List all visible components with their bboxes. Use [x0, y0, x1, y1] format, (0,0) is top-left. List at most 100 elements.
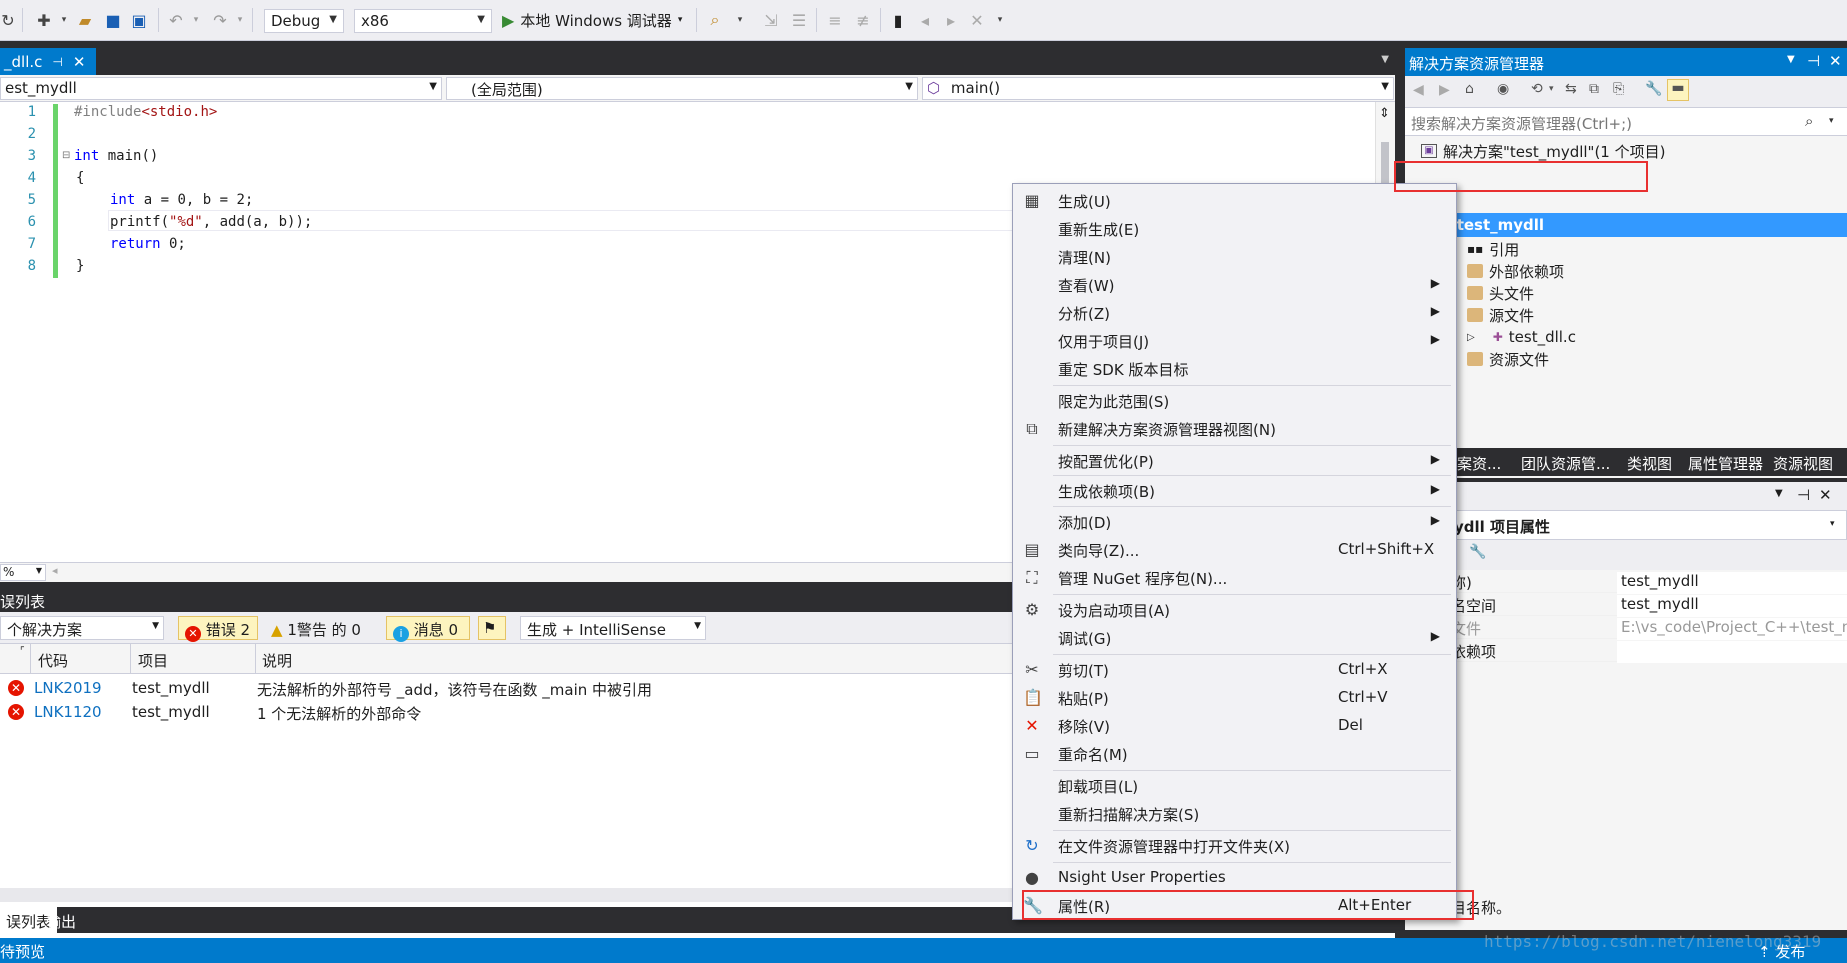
nav-scope-select[interactable]: (全局范围) ▼: [446, 77, 918, 100]
menu-item-paste[interactable]: 📋 粘贴(P) Ctrl+V: [1013, 684, 1456, 712]
nav-project-select[interactable]: est_mydll ▼: [0, 77, 442, 100]
chevron-down-icon[interactable]: ▾: [994, 9, 1006, 31]
properties-object-select[interactable]: ydll 项目属性 ▾: [1405, 510, 1847, 540]
comment-icon[interactable]: ≡: [824, 9, 846, 31]
properties-wrench-icon[interactable]: 🔧: [1645, 81, 1662, 97]
tree-item-headers[interactable]: 头文件: [1467, 282, 1534, 304]
save-all-icon[interactable]: ▣: [128, 9, 150, 31]
menu-item-rebuild[interactable]: 重新生成(E): [1013, 215, 1456, 243]
zoom-select[interactable]: % ▼: [0, 564, 46, 581]
errors-filter-button[interactable]: ✕ 错误 2: [178, 616, 258, 642]
menu-item-analyze[interactable]: 分析(Z) ▶: [1013, 299, 1456, 327]
tree-item-resources[interactable]: 资源文件: [1467, 348, 1549, 370]
menu-item-set-startup[interactable]: ⚙ 设为启动项目(A): [1013, 596, 1456, 624]
pin-icon[interactable]: ⊣: [1797, 486, 1810, 504]
collapse-icon[interactable]: ⊟: [62, 150, 70, 161]
tab-resource-view[interactable]: 资源视图: [1773, 453, 1833, 474]
clear-bookmarks-icon[interactable]: ✕: [966, 9, 988, 31]
refresh-icon[interactable]: ↻: [0, 9, 16, 31]
chevron-down-icon[interactable]: ▾: [190, 9, 202, 31]
column-header-code[interactable]: 代码: [38, 650, 68, 671]
history-icon[interactable]: ⟲: [1531, 81, 1543, 97]
prev-bookmark-icon[interactable]: ◂: [914, 9, 936, 31]
menu-item-nsight[interactable]: ● Nsight User Properties: [1013, 864, 1456, 892]
menu-item-project-only[interactable]: 仅用于项目(J) ▶: [1013, 327, 1456, 355]
chevron-down-icon[interactable]: ▾: [1549, 84, 1554, 94]
find-in-files-icon[interactable]: ⌕: [704, 9, 726, 31]
menu-item-rescan-solution[interactable]: 重新扫描解决方案(S): [1013, 800, 1456, 828]
save-icon[interactable]: ■: [102, 9, 124, 31]
tab-output[interactable]: 输出: [40, 907, 82, 933]
menu-item-debug[interactable]: 调试(G) ▶: [1013, 624, 1456, 652]
solution-search-input[interactable]: 搜索解决方案资源管理器(Ctrl+;) ⌕ ▾: [1405, 108, 1847, 136]
split-icon[interactable]: ⇕: [1379, 106, 1390, 121]
menu-item-open-in-explorer[interactable]: ↻ 在文件资源管理器中打开文件夹(X): [1013, 832, 1456, 860]
chevron-down-icon[interactable]: ▾: [734, 9, 746, 31]
menu-item-new-explorer-view[interactable]: ⧉ 新建解决方案资源管理器视图(N): [1013, 415, 1456, 443]
uncomment-icon[interactable]: ≢: [852, 9, 874, 31]
nav-member-select[interactable]: ⬡ main() ▼: [922, 77, 1394, 100]
pin-icon[interactable]: ⊣: [1807, 52, 1820, 70]
scope-select[interactable]: 个解决方案 ▼: [0, 616, 164, 640]
menu-item-cut[interactable]: ✂ 剪切(T) Ctrl+X: [1013, 656, 1456, 684]
preview-toggle-icon[interactable]: ▬: [1667, 79, 1689, 101]
chevron-down-icon[interactable]: ▾: [1829, 116, 1834, 126]
home-icon[interactable]: ⌂: [1465, 81, 1474, 97]
tree-item-references[interactable]: ▪▪ 引用: [1467, 238, 1519, 260]
menu-item-rename[interactable]: ▭ 重命名(M): [1013, 740, 1456, 768]
sort-icon[interactable]: ⌜: [20, 646, 25, 657]
error-code-link[interactable]: LNK2019: [34, 679, 102, 697]
tab-property-manager[interactable]: 属性管理器: [1688, 453, 1763, 474]
property-row[interactable]: 文件 E:\vs_code\Project_C++\test_m: [1405, 616, 1847, 640]
globe-icon[interactable]: ◉: [1497, 81, 1509, 97]
menu-item-build[interactable]: ▦ 生成(U): [1013, 187, 1456, 215]
menu-item-view[interactable]: 查看(W) ▶: [1013, 271, 1456, 299]
menu-item-class-wizard[interactable]: ▤ 类向导(Z)... Ctrl+Shift+X: [1013, 536, 1456, 564]
error-code-link[interactable]: LNK1120: [34, 703, 102, 721]
search-icon[interactable]: ⌕: [1805, 112, 1813, 130]
solution-node[interactable]: ▣ 解决方案"test_mydll"(1 个项目): [1421, 140, 1665, 162]
step-icon[interactable]: ⇲: [760, 9, 782, 31]
redo-icon[interactable]: ↷: [210, 9, 230, 31]
menu-item-remove[interactable]: ✕ 移除(V) Del: [1013, 712, 1456, 740]
menu-item-manage-nuget[interactable]: ⛶ 管理 NuGet 程序包(N)...: [1013, 564, 1456, 592]
chevron-down-icon[interactable]: ▼: [1787, 54, 1795, 65]
list-icon[interactable]: ☰: [788, 9, 810, 31]
property-row[interactable]: 称) test_mydll: [1405, 570, 1847, 594]
menu-item-build-dependencies[interactable]: 生成依赖项(B) ▶: [1013, 477, 1456, 505]
show-all-files-icon[interactable]: ⎘: [1613, 81, 1624, 97]
menu-item-pgo[interactable]: 按配置优化(P) ▶: [1013, 447, 1456, 475]
property-row[interactable]: 依赖项: [1405, 639, 1847, 663]
forward-icon[interactable]: ▶: [1439, 82, 1450, 98]
start-debug-button[interactable]: ▶ 本地 Windows 调试器 ▾: [502, 9, 692, 31]
menu-item-add[interactable]: 添加(D) ▶: [1013, 508, 1456, 536]
build-filter-select[interactable]: 生成 + IntelliSense ▼: [520, 616, 706, 640]
back-icon[interactable]: ◀: [1413, 82, 1424, 98]
bookmark-icon[interactable]: ▮: [888, 9, 908, 31]
close-icon[interactable]: ✕: [1819, 486, 1832, 504]
tab-solution-explorer[interactable]: 案资...: [1457, 453, 1501, 474]
new-project-icon[interactable]: ✚: [32, 9, 56, 31]
messages-filter-button[interactable]: i 消息 0: [386, 616, 470, 642]
open-folder-icon[interactable]: ▰: [74, 9, 96, 31]
undo-icon[interactable]: ↶: [166, 9, 186, 31]
expand-arrow-icon[interactable]: ▷: [1467, 332, 1475, 343]
collapse-all-icon[interactable]: ⧉: [1589, 81, 1599, 97]
filter-icon[interactable]: ⚑: [478, 616, 506, 640]
column-header-description[interactable]: 说明: [262, 650, 292, 671]
close-icon[interactable]: ✕: [1829, 52, 1842, 70]
menu-item-clean[interactable]: 清理(N): [1013, 243, 1456, 271]
tree-item-sources[interactable]: 源文件: [1467, 304, 1534, 326]
next-bookmark-icon[interactable]: ▸: [940, 9, 962, 31]
menu-item-scope-to-this[interactable]: 限定为此范围(S): [1013, 387, 1456, 415]
property-pages-icon[interactable]: 🔧: [1469, 544, 1486, 560]
chevron-down-icon[interactable]: ▾: [234, 9, 246, 31]
chevron-down-icon[interactable]: ▼: [1775, 488, 1783, 499]
warnings-filter-button[interactable]: ▲ 1警告 的 0: [264, 616, 380, 640]
pin-icon[interactable]: ⊣: [52, 55, 62, 69]
property-row[interactable]: 名空间 test_mydll: [1405, 593, 1847, 617]
editor-tab-dll[interactable]: _dll.c ⊣ ✕: [0, 48, 96, 75]
close-icon[interactable]: ✕: [73, 53, 86, 71]
tab-team-explorer[interactable]: 团队资源管...: [1521, 453, 1610, 474]
platform-select[interactable]: x86 ▼: [354, 9, 492, 33]
